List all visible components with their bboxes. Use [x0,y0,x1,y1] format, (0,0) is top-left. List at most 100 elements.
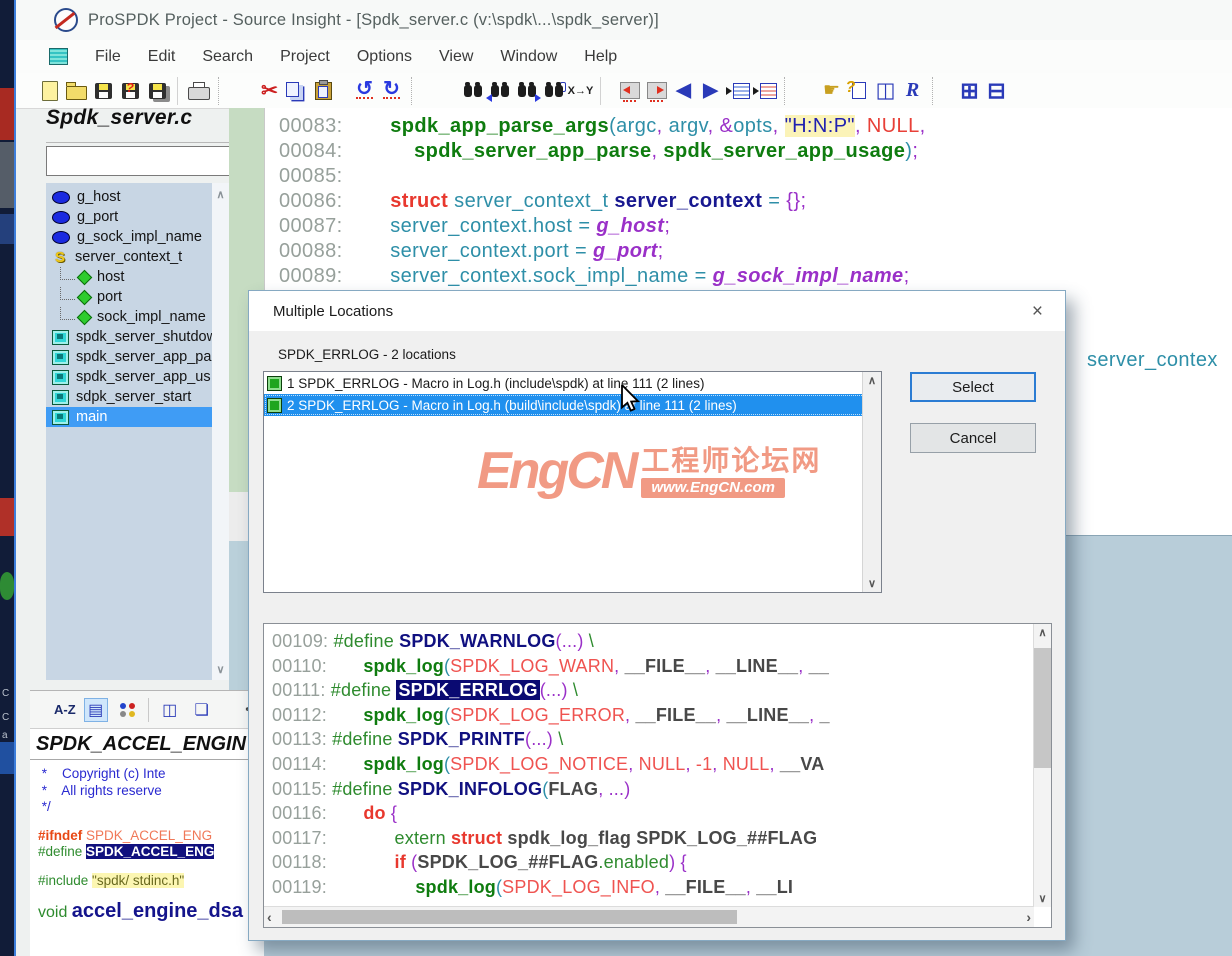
back-arrow-icon: ◀ [676,79,691,102]
list-view-button[interactable]: ▤ [84,698,108,722]
location-row-2[interactable]: 2 SPDK_ERRLOG - Macro in Log.h (build\in… [264,394,881,416]
symbol-item-sock-impl-name[interactable]: sock_impl_name [46,307,229,327]
save-all-button[interactable] [144,77,171,104]
scroll-down-icon[interactable]: ∨ [212,660,229,678]
redo-button[interactable]: ↻ [378,77,405,104]
preview-horizontal-scrollbar[interactable]: ‹ › [264,906,1034,927]
select-button[interactable]: Select [910,372,1036,402]
scroll-right-icon[interactable]: › [1026,909,1031,925]
symbol-item-g-port[interactable]: g_port [46,207,229,227]
symbol-item-spdk-server-app-parse[interactable]: spdk_server_app_pa [46,347,229,367]
scroll-down-icon[interactable]: ∨ [1034,892,1051,905]
cancel-button[interactable]: Cancel [910,423,1036,453]
scroll-up-icon[interactable]: ∧ [863,374,881,387]
jump-link-back-button[interactable] [616,77,643,104]
symbol-item-port[interactable]: port [46,287,229,307]
toolbar-separator [600,77,602,105]
toolbar: ? ✂ ↺ ↻ X→Y ◀ ▶ [16,73,1232,109]
document-icon [49,48,68,65]
symbol-item-host[interactable]: host [46,267,229,287]
symbol-item-spdk-server-shutdown[interactable]: spdk_server_shutdow [46,327,229,347]
scroll-down-icon[interactable]: ∨ [863,577,881,590]
new-file-button[interactable] [36,77,63,104]
copy-icon [286,82,299,97]
save-button[interactable] [90,77,117,104]
symbol-item-main[interactable]: main [46,407,212,427]
code-line: 00118: if (SPDK_LOG_##FLAG.enabled) { [272,850,1031,875]
window-grid-button[interactable]: ⊞ [956,77,983,104]
goto-doc-red-icon [760,83,777,99]
group-view-button[interactable] [116,698,140,722]
menu-help[interactable]: Help [584,48,617,66]
code-token: , [773,115,785,137]
replace-button[interactable]: X→Y [567,77,594,104]
menu-project[interactable]: Project [280,48,330,66]
menu-window[interactable]: Window [500,48,557,66]
menu-view[interactable]: View [439,48,473,66]
find-next-button[interactable] [513,77,540,104]
print-button[interactable] [185,77,212,104]
preview-code: 00109: #define SPDK_WARNLOG(...) \ 00110… [272,629,1031,905]
menu-search[interactable]: Search [202,48,253,66]
menu-edit[interactable]: Edit [148,48,176,66]
goto-prev-doc-button[interactable] [751,77,778,104]
find-previous-button[interactable] [486,77,513,104]
symbol-item-server-context-t[interactable]: Sserver_context_t [46,247,229,267]
go-back-button[interactable]: ◀ [670,77,697,104]
help-book-button[interactable]: ◫ [872,77,899,104]
scroll-up-icon[interactable]: ∧ [1034,626,1051,639]
toolbar-separator [177,77,179,105]
browse-docs-button[interactable]: ◫ [158,698,182,722]
code-token: \ [584,631,594,651]
menu-file[interactable]: File [95,48,121,66]
function-icon [52,390,69,405]
scroll-left-icon[interactable]: ‹ [267,909,272,925]
symbol-item-sdpk-server-start[interactable]: sdpk_server_start [46,387,229,407]
copy-button[interactable] [283,77,310,104]
code-token: , [652,140,664,162]
scrollbar-thumb[interactable] [282,910,737,924]
save-confirm-button[interactable]: ? [117,77,144,104]
code-line: 00112: spdk_log(SPDK_LOG_ERROR, __FILE__… [272,703,1031,728]
dialog-title: Multiple Locations [273,303,393,320]
jump-link-back-icon [620,82,640,99]
code-token: 00114: [272,754,332,774]
undo-button[interactable]: ↺ [351,77,378,104]
code-token: SPDK_ERRLOG [396,680,539,700]
open-file-button[interactable] [63,77,90,104]
context-help-button[interactable]: ? [845,77,872,104]
code-token: 00109: [272,631,333,651]
scroll-up-icon[interactable]: ∧ [212,185,229,203]
symbol-list-scrollbar[interactable]: ∧ ∨ [212,183,229,680]
symbol-filter-input[interactable] [46,146,235,176]
jump-link-forward-button[interactable] [643,77,670,104]
paste-button[interactable] [310,77,337,104]
sort-alpha-button[interactable]: A-Z [54,702,76,717]
close-icon[interactable]: × [1032,302,1043,321]
window-split-button[interactable]: ⊟ [983,77,1010,104]
symbol-item-g-sock-impl-name[interactable]: g_sock_impl_name [46,227,229,247]
browse-button[interactable]: ☛ [818,77,845,104]
macro-button[interactable]: R [899,77,926,104]
code-line: */ [38,799,264,816]
go-forward-button[interactable]: ▶ [697,77,724,104]
locations-scrollbar[interactable]: ∧ ∨ [862,372,881,592]
macro-location-icon [267,376,282,391]
find-button[interactable] [459,77,486,104]
cut-button[interactable]: ✂ [256,77,283,104]
dialog-title-bar[interactable]: Multiple Locations × [249,291,1065,331]
location-row-1[interactable]: 1 SPDK_ERRLOG - Macro in Log.h (include\… [264,372,881,394]
preview-vertical-scrollbar[interactable]: ∧ ∨ [1033,624,1051,907]
code-line: 00115: #define SPDK_INFOLOG(FLAG, ...) [272,777,1031,802]
symbol-item-g-host[interactable]: g_host [46,187,229,207]
code-token: 00115: [272,779,332,799]
goto-next-doc-button[interactable] [724,77,751,104]
scrollbar-thumb[interactable] [1034,648,1051,768]
symbol-item-spdk-server-app-usage[interactable]: spdk_server_app_us [46,367,229,387]
code-token: #define [332,779,398,799]
find-in-files-button[interactable] [540,77,567,104]
code-token: , [746,877,756,897]
menu-options[interactable]: Options [357,48,412,66]
code-token [332,656,363,676]
export-button[interactable]: ❏ [190,698,214,722]
